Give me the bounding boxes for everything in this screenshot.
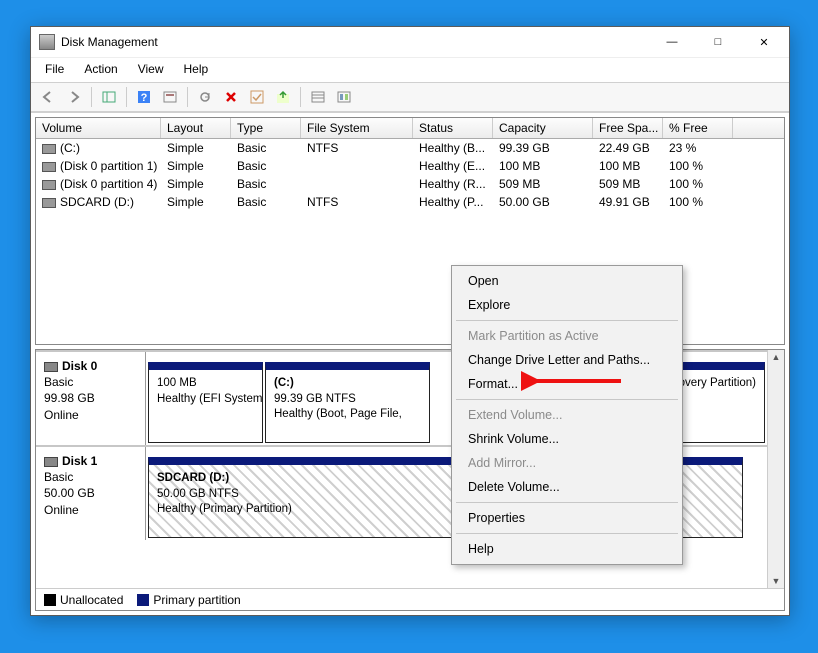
ctx-separator	[456, 502, 678, 503]
volume-row[interactable]: (Disk 0 partition 1)SimpleBasicHealthy (…	[36, 157, 784, 175]
volume-row[interactable]: (C:)SimpleBasicNTFSHealthy (B...99.39 GB…	[36, 139, 784, 157]
menu-help[interactable]: Help	[180, 60, 213, 78]
maximize-button[interactable]: □	[695, 28, 741, 56]
column-status[interactable]: Status	[413, 118, 493, 138]
volume-row[interactable]: SDCARD (D:)SimpleBasicNTFSHealthy (P...5…	[36, 193, 784, 211]
column-layout[interactable]: Layout	[161, 118, 231, 138]
forward-button[interactable]	[63, 86, 85, 108]
show-hide-tree-button[interactable]	[98, 86, 120, 108]
toolbar: ?	[31, 82, 789, 112]
toolbar-separator	[187, 87, 188, 107]
context-menu: Open Explore Mark Partition as Active Ch…	[451, 265, 683, 565]
ctx-open[interactable]: Open	[454, 269, 680, 293]
volume-row[interactable]: (Disk 0 partition 4)SimpleBasicHealthy (…	[36, 175, 784, 193]
column-volume[interactable]: Volume	[36, 118, 161, 138]
ctx-separator	[456, 533, 678, 534]
ctx-add-mirror: Add Mirror...	[454, 451, 680, 475]
legend: Unallocated Primary partition	[36, 588, 784, 610]
legend-primary: Primary partition	[137, 593, 240, 607]
column-type[interactable]: Type	[231, 118, 301, 138]
ctx-separator	[456, 399, 678, 400]
ctx-delete-volume[interactable]: Delete Volume...	[454, 475, 680, 499]
column-free[interactable]: Free Spa...	[593, 118, 663, 138]
scroll-up-icon[interactable]: ▲	[770, 350, 783, 364]
window-title: Disk Management	[61, 35, 649, 49]
list-view-button[interactable]	[307, 86, 329, 108]
menubar: File Action View Help	[31, 57, 789, 82]
minimize-button[interactable]: —	[649, 28, 695, 56]
ctx-shrink-volume[interactable]: Shrink Volume...	[454, 427, 680, 451]
close-button[interactable]: ✕	[741, 28, 787, 56]
ctx-mark-active: Mark Partition as Active	[454, 324, 680, 348]
menu-view[interactable]: View	[134, 60, 168, 78]
app-icon	[39, 34, 55, 50]
refresh-button[interactable]	[194, 86, 216, 108]
drive-icon	[42, 180, 56, 190]
disk-header[interactable]: Disk 0Basic99.98 GBOnline	[36, 352, 146, 445]
ctx-help[interactable]: Help	[454, 537, 680, 561]
scroll-down-icon[interactable]: ▼	[770, 574, 783, 588]
menu-action[interactable]: Action	[80, 60, 121, 78]
toolbar-separator	[91, 87, 92, 107]
ctx-change-drive-letter[interactable]: Change Drive Letter and Paths...	[454, 348, 680, 372]
menu-file[interactable]: File	[41, 60, 68, 78]
ctx-separator	[456, 320, 678, 321]
drive-icon	[42, 144, 56, 154]
graphical-view-button[interactable]	[333, 86, 355, 108]
toolbar-separator	[300, 87, 301, 107]
volume-list-header: Volume Layout Type File System Status Ca…	[36, 118, 784, 139]
column-pctfree[interactable]: % Free	[663, 118, 733, 138]
check-button[interactable]	[246, 86, 268, 108]
partition[interactable]: (C:)99.39 GB NTFSHealthy (Boot, Page Fil…	[265, 362, 430, 443]
rescan-button[interactable]	[272, 86, 294, 108]
toolbar-separator	[126, 87, 127, 107]
ctx-extend-volume: Extend Volume...	[454, 403, 680, 427]
disk-icon	[44, 362, 58, 372]
legend-unallocated: Unallocated	[44, 593, 123, 607]
delete-button[interactable]	[220, 86, 242, 108]
column-filesystem[interactable]: File System	[301, 118, 413, 138]
svg-text:?: ?	[141, 92, 148, 104]
partition[interactable]: 100 MBHealthy (EFI System P	[148, 362, 263, 443]
vertical-scrollbar[interactable]: ▲ ▼	[767, 350, 784, 588]
drive-icon	[42, 198, 56, 208]
disk-header[interactable]: Disk 1Basic50.00 GBOnline	[36, 447, 146, 540]
titlebar: Disk Management — □ ✕	[31, 27, 789, 57]
help-button[interactable]: ?	[133, 86, 155, 108]
drive-icon	[42, 162, 56, 172]
disk-management-window: Disk Management — □ ✕ File Action View H…	[30, 26, 790, 616]
ctx-format[interactable]: Format...	[454, 372, 680, 396]
settings-button[interactable]	[159, 86, 181, 108]
ctx-properties[interactable]: Properties	[454, 506, 680, 530]
back-button[interactable]	[37, 86, 59, 108]
ctx-explore[interactable]: Explore	[454, 293, 680, 317]
column-capacity[interactable]: Capacity	[493, 118, 593, 138]
disk-icon	[44, 457, 58, 467]
